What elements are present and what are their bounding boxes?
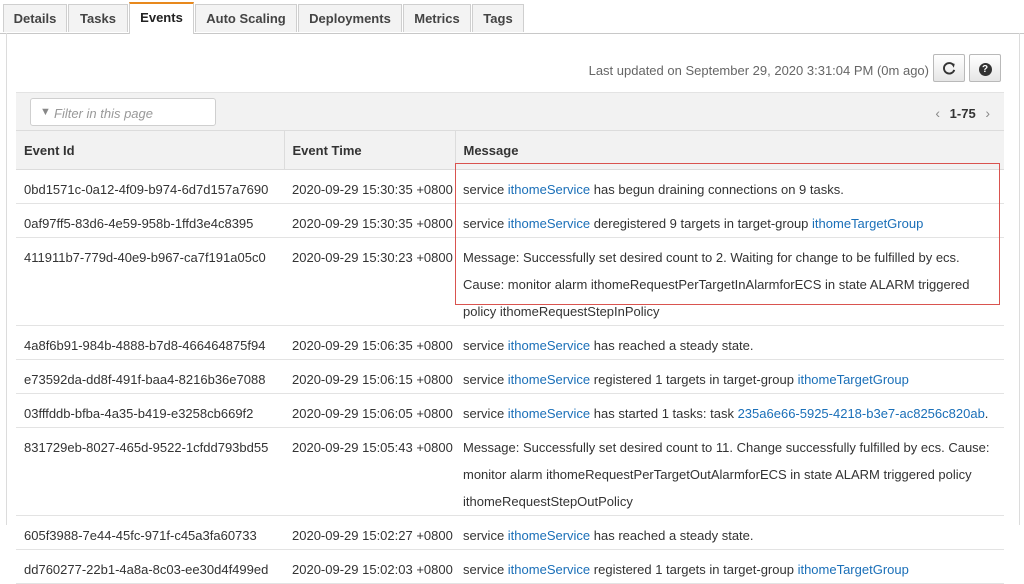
message-text: deregistered 9 targets in target-group <box>590 216 813 231</box>
event-time-cell: 2020-09-29 15:30:35 +0800 <box>284 203 455 238</box>
event-message-cell: Message: Successfully set desired count … <box>455 427 1004 516</box>
table-row: 03fffddb-bfba-4a35-b419-e3258cb669f2 2020… <box>16 393 1004 428</box>
event-id-cell: dd760277-22b1-4a8a-8c03-ee30d4f499ed <box>16 549 284 584</box>
filter-bar: ▼ ‹ 1-75 › <box>16 92 1004 131</box>
event-time-cell: 2020-09-29 15:02:27 +0800 <box>284 515 455 550</box>
message-link[interactable]: ithomeService <box>508 562 590 577</box>
tab-details[interactable]: Details <box>3 4 67 32</box>
table-header-row: Event Id Event Time Message <box>16 130 1004 170</box>
help-icon: ? <box>978 62 992 76</box>
tab-metrics[interactable]: Metrics <box>403 4 471 32</box>
table-row: 831729eb-8027-465d-9522-1cfdd793bd55 2020… <box>16 427 1004 516</box>
message-text: service <box>463 182 508 197</box>
tab-deployments[interactable]: Deployments <box>298 4 402 32</box>
message-link[interactable]: 235a6e66-5925-4218-b3e7-ac8256c820ab <box>738 406 985 421</box>
pagination: ‹ 1-75 › <box>935 105 990 121</box>
table-row: 605f3988-7e44-45fc-971f-c45a3fa60733 2020… <box>16 515 1004 550</box>
table-row: 4a8f6b91-984b-4888-b7d8-466464875f94 2020… <box>16 325 1004 360</box>
message-text: has begun draining connections on 9 task… <box>590 182 844 197</box>
event-message-cell: service ithomeService has reached a stea… <box>455 515 1004 550</box>
table-row: 411911b7-779d-40e9-b967-ca7f191a05c0 2020… <box>16 237 1004 326</box>
event-id-cell: 4a8f6b91-984b-4888-b7d8-466464875f94 <box>16 325 284 360</box>
event-time-cell: 2020-09-29 15:05:43 +0800 <box>284 427 455 516</box>
filter-icon: ▼ <box>40 106 51 118</box>
message-text: service <box>463 528 508 543</box>
tab-tasks[interactable]: Tasks <box>68 4 128 32</box>
event-id-cell: 411911b7-779d-40e9-b967-ca7f191a05c0 <box>16 237 284 326</box>
message-text: service <box>463 562 508 577</box>
message-text: has reached a steady state. <box>590 528 754 543</box>
message-link[interactable]: ithomeTargetGroup <box>798 562 909 577</box>
event-message-cell: service ithomeService registered 1 targe… <box>455 549 1004 584</box>
message-text: service <box>463 406 508 421</box>
message-text: Message: Successfully set desired count … <box>463 440 990 509</box>
event-message-cell: service ithomeService registered 1 targe… <box>455 359 1004 394</box>
next-page-button[interactable]: › <box>985 105 990 121</box>
event-time-cell: 2020-09-29 15:02:03 +0800 <box>284 549 455 584</box>
event-time-cell: 2020-09-29 15:06:15 +0800 <box>284 359 455 394</box>
event-id-cell: e73592da-dd8f-491f-baa4-8216b36e7088 <box>16 359 284 394</box>
event-id-cell: 0af97ff5-83d6-4e59-958b-1ffd3e4c8395 <box>16 203 284 238</box>
event-id-cell: 831729eb-8027-465d-9522-1cfdd793bd55 <box>16 427 284 516</box>
message-text: registered 1 targets in target-group <box>590 562 798 577</box>
event-id-cell: 0bd1571c-0a12-4f09-b974-6d7d157a7690 <box>16 169 284 204</box>
tab-auto-scaling[interactable]: Auto Scaling <box>195 4 297 32</box>
table-row: 0bd1571c-0a12-4f09-b974-6d7d157a7690 2020… <box>16 169 1004 204</box>
event-time-cell: 2020-09-29 15:06:35 +0800 <box>284 325 455 360</box>
tab-bar: Details Tasks Events Auto Scaling Deploy… <box>0 0 1024 34</box>
event-time-cell: 2020-09-29 15:30:23 +0800 <box>284 237 455 326</box>
table-row: dd760277-22b1-4a8a-8c03-ee30d4f499ed 2020… <box>16 549 1004 584</box>
column-header-message[interactable]: Message <box>454 130 1004 170</box>
message-link[interactable]: ithomeService <box>508 528 590 543</box>
message-link[interactable]: ithomeTargetGroup <box>798 372 909 387</box>
page-range: 1-75 <box>949 106 976 121</box>
event-message-cell: Message: Successfully set desired count … <box>455 237 1004 326</box>
refresh-icon <box>943 62 956 75</box>
event-id-cell: 605f3988-7e44-45fc-971f-c45a3fa60733 <box>16 515 284 550</box>
message-link[interactable]: ithomeTargetGroup <box>812 216 923 231</box>
table-row: 0af97ff5-83d6-4e59-958b-1ffd3e4c8395 2020… <box>16 203 1004 238</box>
event-message-cell: service ithomeService has reached a stea… <box>455 325 1004 360</box>
event-time-cell: 2020-09-29 15:06:05 +0800 <box>284 393 455 428</box>
message-text: has reached a steady state. <box>590 338 754 353</box>
last-updated-text: Last updated on September 29, 2020 3:31:… <box>588 63 929 78</box>
message-link[interactable]: ithomeService <box>508 182 590 197</box>
message-text: has started 1 tasks: task <box>590 406 738 421</box>
message-link[interactable]: ithomeService <box>508 216 590 231</box>
message-text: service <box>463 338 508 353</box>
tab-tags[interactable]: Tags <box>472 4 524 32</box>
filter-input[interactable] <box>52 102 216 124</box>
event-message-cell: service ithomeService has started 1 task… <box>455 393 1004 428</box>
tab-events[interactable]: Events <box>129 2 194 34</box>
message-text: registered 1 targets in target-group <box>590 372 798 387</box>
table-row: e73592da-dd8f-491f-baa4-8216b36e7088 2020… <box>16 359 1004 394</box>
prev-page-button[interactable]: ‹ <box>935 105 940 121</box>
message-text: service <box>463 216 508 231</box>
filter-box: ▼ <box>30 98 216 126</box>
column-header-event-time[interactable]: Event Time <box>283 130 455 170</box>
event-time-cell: 2020-09-29 15:30:35 +0800 <box>284 169 455 204</box>
help-button[interactable]: ? <box>969 54 1001 82</box>
message-text: Message: Successfully set desired count … <box>463 250 970 319</box>
column-header-event-id[interactable]: Event Id <box>16 130 284 170</box>
message-link[interactable]: ithomeService <box>508 406 590 421</box>
refresh-button[interactable] <box>933 54 965 82</box>
message-text: service <box>463 372 508 387</box>
event-id-cell: 03fffddb-bfba-4a35-b419-e3258cb669f2 <box>16 393 284 428</box>
event-message-cell: service ithomeService has begun draining… <box>455 169 1004 204</box>
message-link[interactable]: ithomeService <box>508 372 590 387</box>
events-table: Event Id Event Time Message 0bd1571c-0a1… <box>16 130 1004 584</box>
message-link[interactable]: ithomeService <box>508 338 590 353</box>
event-message-cell: service ithomeService deregistered 9 tar… <box>455 203 1004 238</box>
message-text: . <box>984 406 989 421</box>
